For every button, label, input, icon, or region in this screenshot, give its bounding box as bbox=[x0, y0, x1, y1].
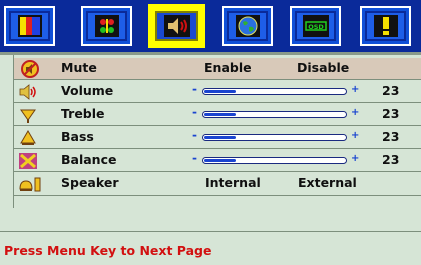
color-bars-icon bbox=[17, 15, 42, 37]
tab-audio[interactable] bbox=[148, 4, 205, 48]
bass-fill bbox=[204, 136, 236, 139]
balance-fill bbox=[204, 159, 236, 162]
empty-row bbox=[0, 208, 421, 232]
balance-plus[interactable]: + bbox=[351, 153, 359, 164]
globe-icon bbox=[235, 15, 260, 37]
volume-value: 23 bbox=[382, 83, 400, 98]
balance-minus[interactable]: - bbox=[192, 151, 197, 165]
footer: Press Menu Key to Next Page bbox=[0, 234, 421, 265]
tab-exclaim[interactable] bbox=[360, 6, 411, 46]
treble-icon bbox=[20, 109, 36, 123]
treble-value: 23 bbox=[382, 106, 400, 121]
mute-enable-option[interactable]: Enable bbox=[204, 60, 252, 75]
bass-label: Bass bbox=[61, 129, 94, 144]
treble-plus[interactable]: + bbox=[351, 107, 359, 118]
speaker-internal-option[interactable]: Internal bbox=[205, 175, 261, 190]
bass-minus[interactable]: - bbox=[192, 128, 197, 142]
tab-bar: OSD bbox=[0, 0, 421, 52]
mute-disable-option[interactable]: Disable bbox=[297, 60, 349, 75]
menu-row-bass[interactable]: Bass - + 23 bbox=[14, 127, 421, 149]
balance-label: Balance bbox=[61, 152, 117, 167]
volume-slider[interactable] bbox=[202, 88, 347, 95]
treble-fill bbox=[204, 113, 236, 116]
tab-color[interactable] bbox=[81, 6, 132, 46]
footer-hint: Press Menu Key to Next Page bbox=[4, 243, 212, 258]
treble-slider[interactable] bbox=[202, 111, 347, 118]
volume-minus[interactable]: - bbox=[192, 82, 197, 96]
osd-menu: OSD Mute Enable Disable Volume - + 23 Tr… bbox=[0, 0, 421, 265]
menu-row-balance[interactable]: Balance - + 23 bbox=[14, 150, 421, 172]
menu-row-mute[interactable]: Mute Enable Disable bbox=[14, 58, 421, 80]
speaker-external-option[interactable]: External bbox=[298, 175, 357, 190]
mute-icon bbox=[21, 60, 39, 78]
balance-slider[interactable] bbox=[202, 157, 347, 164]
menu-row-speaker[interactable]: Speaker Internal External bbox=[14, 173, 421, 196]
treble-label: Treble bbox=[61, 106, 105, 121]
osd-icon: OSD bbox=[302, 15, 329, 37]
left-margin bbox=[0, 55, 14, 208]
osd-icon-text: OSD bbox=[308, 23, 324, 31]
speaker-icon bbox=[163, 15, 190, 37]
volume-icon bbox=[19, 84, 36, 100]
volume-plus[interactable]: + bbox=[351, 84, 359, 95]
menu-row-treble[interactable]: Treble - + 23 bbox=[14, 104, 421, 126]
speaker-label: Speaker bbox=[61, 175, 119, 190]
volume-label: Volume bbox=[61, 83, 114, 98]
rgb-dots-icon bbox=[94, 15, 119, 37]
bass-slider[interactable] bbox=[202, 134, 347, 141]
balance-icon bbox=[19, 153, 37, 169]
bass-plus[interactable]: + bbox=[351, 130, 359, 141]
tab-globe[interactable] bbox=[222, 6, 273, 46]
menu-row-volume[interactable]: Volume - + 23 bbox=[14, 81, 421, 103]
tab-picture[interactable] bbox=[4, 6, 55, 46]
balance-value: 23 bbox=[382, 152, 400, 167]
bass-icon bbox=[20, 130, 36, 145]
exclamation-icon bbox=[373, 15, 398, 37]
tab-separator bbox=[0, 52, 421, 55]
mute-label: Mute bbox=[61, 60, 97, 75]
volume-fill bbox=[204, 90, 236, 93]
speaker-select-icon bbox=[19, 177, 41, 192]
treble-minus[interactable]: - bbox=[192, 105, 197, 119]
tab-osd[interactable]: OSD bbox=[290, 6, 341, 46]
bass-value: 23 bbox=[382, 129, 400, 144]
